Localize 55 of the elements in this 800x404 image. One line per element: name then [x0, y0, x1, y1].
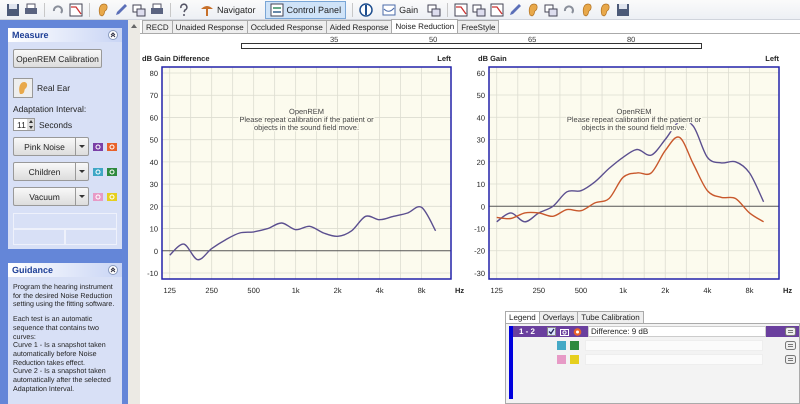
noise-dropdown[interactable]: Children — [13, 162, 89, 181]
real-ear-label: Real Ear — [37, 83, 70, 93]
seconds-label: Seconds — [39, 120, 72, 130]
tab[interactable]: Tube Calibration — [577, 311, 644, 323]
panel-title: Measure — [12, 30, 49, 40]
tab[interactable]: Occluded Response — [246, 20, 327, 33]
tab[interactable]: Aided Response — [326, 20, 392, 33]
panel-title: Guidance — [12, 265, 54, 275]
tab[interactable]: Overlays — [538, 311, 578, 323]
ear-icon[interactable] — [526, 2, 540, 16]
graph-icon[interactable] — [454, 2, 468, 16]
pen-icon[interactable] — [114, 2, 128, 16]
toolbar-button[interactable]: Control Panel — [264, 0, 346, 18]
camera-icon[interactable] — [93, 142, 103, 151]
curve-pair-label: 1 - 2 — [519, 327, 536, 336]
interval-spinner[interactable]: 11 — [13, 118, 35, 131]
window-icon[interactable] — [132, 2, 146, 16]
gauge-icon[interactable] — [359, 2, 374, 16]
print-icon[interactable] — [24, 2, 38, 16]
stopwatch-icon[interactable] — [573, 327, 582, 336]
window-icon[interactable] — [472, 2, 486, 16]
camera-icon[interactable] — [107, 167, 117, 176]
tab[interactable]: Unaided Response — [172, 20, 248, 33]
legend-row[interactable]: 1 - 2 Difference: 9 dB — [513, 326, 799, 337]
noise-dropdown[interactable]: Pink Noise — [13, 137, 89, 156]
ear-icon[interactable] — [580, 2, 594, 16]
scrollbar[interactable] — [128, 20, 140, 404]
comment-icon[interactable] — [785, 341, 796, 350]
noise-dropdown[interactable]: Vacuum — [13, 187, 89, 206]
scroll-up-icon[interactable] — [130, 23, 138, 29]
toolbar-button[interactable]: Navigator — [195, 0, 261, 18]
adaptation-label: Adaptation Interval: — [13, 104, 88, 114]
ear-button[interactable] — [13, 78, 33, 98]
tab[interactable]: Legend — [505, 311, 540, 323]
comment-icon[interactable] — [785, 355, 796, 364]
collapse-icon[interactable] — [108, 265, 118, 275]
checkbox[interactable] — [547, 327, 556, 336]
tab[interactable]: RECD — [142, 20, 173, 33]
graph-icon[interactable] — [490, 2, 504, 16]
panel-icon — [270, 2, 284, 16]
tab[interactable]: FreeStyle — [457, 20, 500, 33]
curve-text-field[interactable]: Difference: 9 dB — [588, 326, 766, 337]
collapse-icon[interactable] — [108, 30, 118, 40]
save-icon[interactable] — [6, 2, 20, 16]
calibration-button[interactable]: OpenREM Calibration — [13, 49, 102, 68]
comment-icon[interactable] — [785, 327, 796, 336]
ear-icon[interactable] — [598, 2, 612, 16]
ear-icon[interactable] — [96, 2, 110, 16]
toolbar-button[interactable]: Gain — [377, 0, 424, 18]
camera-icon[interactable] — [560, 328, 569, 336]
window-icon[interactable] — [544, 2, 558, 16]
pen-icon[interactable] — [508, 2, 522, 16]
camera-icon[interactable] — [107, 142, 117, 151]
curve-icon — [382, 2, 396, 16]
ear-icon — [17, 81, 29, 95]
